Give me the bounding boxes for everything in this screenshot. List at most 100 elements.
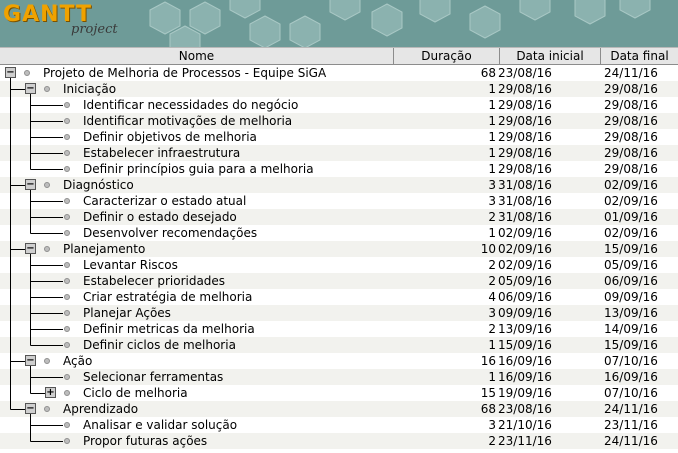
task-name[interactable]: Aprendizado <box>63 401 138 417</box>
task-name[interactable]: Definir ciclos de melhoria <box>83 337 236 353</box>
task-row[interactable]: Desenvolver recomendações 1 02/09/16 02/09/… <box>0 225 678 241</box>
task-end-date: 24/11/16 <box>604 402 658 416</box>
task-row[interactable]: Analisar e validar solução 3 21/10/16 23/11… <box>0 417 678 433</box>
task-duration: 1 <box>488 162 496 176</box>
task-row[interactable]: Estabelecer prioridades 2 05/09/16 06/09/16 <box>0 273 678 289</box>
collapse-toggle-icon[interactable]: − <box>25 403 36 414</box>
collapse-toggle-icon[interactable]: − <box>5 67 16 78</box>
task-name[interactable]: Definir o estado desejado <box>83 209 237 225</box>
task-row[interactable]: − Diagnóstico 3 31/08/16 02/09/16 <box>0 177 678 193</box>
task-row[interactable]: Definir princípios guia para a melhoria 1… <box>0 161 678 177</box>
task-name[interactable]: Selecionar ferramentas <box>83 369 223 385</box>
task-name[interactable]: Analisar e validar solução <box>83 417 237 433</box>
task-start-date: 02/09/16 <box>498 226 552 240</box>
task-bullet-icon <box>64 422 70 428</box>
task-start-date: 31/08/16 <box>498 178 552 192</box>
task-start-date: 29/08/16 <box>498 146 552 160</box>
task-end-date: 23/11/16 <box>604 418 658 432</box>
task-bullet-icon <box>44 182 50 188</box>
task-name[interactable]: Estabelecer infraestrutura <box>83 145 240 161</box>
task-name[interactable]: Planejar Ações <box>83 305 171 321</box>
task-row[interactable]: − Aprendizado 68 23/08/16 24/11/16 <box>0 401 678 417</box>
task-name[interactable]: Iniciação <box>63 81 116 97</box>
task-start-date: 31/08/16 <box>498 194 552 208</box>
task-start-date: 29/08/16 <box>498 130 552 144</box>
column-header-start[interactable]: Data inicial <box>500 48 601 64</box>
collapse-toggle-icon[interactable]: − <box>25 83 36 94</box>
expand-toggle-icon[interactable]: + <box>45 387 56 398</box>
task-bullet-icon <box>64 278 70 284</box>
task-end-date: 16/09/16 <box>604 370 658 384</box>
task-end-date: 09/09/16 <box>604 290 658 304</box>
task-row[interactable]: Criar estratégia de melhoria 4 06/09/16 09/… <box>0 289 678 305</box>
task-bullet-icon <box>44 406 50 412</box>
task-name[interactable]: Levantar Riscos <box>83 257 178 273</box>
collapse-toggle-icon[interactable]: − <box>25 355 36 366</box>
task-name[interactable]: Propor futuras ações <box>83 433 207 449</box>
task-bullet-icon <box>64 310 70 316</box>
task-duration: 1 <box>488 82 496 96</box>
task-start-date: 23/08/16 <box>498 402 552 416</box>
task-row[interactable]: + Ciclo de melhoria 15 19/09/16 07/10/16 <box>0 385 678 401</box>
task-end-date: 02/09/16 <box>604 178 658 192</box>
task-row[interactable]: Definir objetivos de melhoria 1 29/08/16 29… <box>0 129 678 145</box>
task-start-date: 29/08/16 <box>498 162 552 176</box>
column-header-name[interactable]: Nome <box>0 48 394 64</box>
task-bullet-icon <box>64 166 70 172</box>
logo-project-text: project <box>71 22 118 37</box>
task-bullet-icon <box>44 86 50 92</box>
task-name[interactable]: Identificar necessidades do negócio <box>83 97 298 113</box>
task-row[interactable]: Caracterizar o estado atual 3 31/08/16 02/0… <box>0 193 678 209</box>
task-row[interactable]: − Ação 16 16/09/16 07/10/16 <box>0 353 678 369</box>
task-name[interactable]: Identificar motivações de melhoria <box>83 113 292 129</box>
task-name[interactable]: Definir objetivos de melhoria <box>83 129 257 145</box>
task-duration: 1 <box>488 370 496 384</box>
task-start-date: 13/09/16 <box>498 322 552 336</box>
task-end-date: 15/09/16 <box>604 338 658 352</box>
task-duration: 3 <box>488 178 496 192</box>
task-name[interactable]: Ação <box>63 353 92 369</box>
task-bullet-icon <box>64 198 70 204</box>
task-end-date: 14/09/16 <box>604 322 658 336</box>
task-bullet-icon <box>64 134 70 140</box>
task-name[interactable]: Estabelecer prioridades <box>83 273 225 289</box>
task-row[interactable]: Propor futuras ações 2 23/11/16 24/11/16 <box>0 433 678 449</box>
column-header-duration[interactable]: Duração <box>394 48 500 64</box>
task-row[interactable]: Identificar motivações de melhoria 1 29/08… <box>0 113 678 129</box>
task-row[interactable]: − Iniciação 1 29/08/16 29/08/16 <box>0 81 678 97</box>
task-name[interactable]: Definir princípios guia para a melhoria <box>83 161 314 177</box>
task-name[interactable]: Diagnóstico <box>63 177 134 193</box>
task-row[interactable]: Selecionar ferramentas 1 16/09/16 16/09/16 <box>0 369 678 385</box>
task-start-date: 31/08/16 <box>498 210 552 224</box>
task-row[interactable]: Identificar necessidades do negócio 1 29/0… <box>0 97 678 113</box>
task-row[interactable]: Planejar Ações 3 09/09/16 13/09/16 <box>0 305 678 321</box>
task-bullet-icon <box>64 102 70 108</box>
task-name[interactable]: Caracterizar o estado atual <box>83 193 246 209</box>
task-start-date: 02/09/16 <box>498 242 552 256</box>
task-name[interactable]: Planejamento <box>63 241 145 257</box>
task-bullet-icon <box>64 262 70 268</box>
task-bullet-icon <box>64 390 70 396</box>
task-duration: 1 <box>488 146 496 160</box>
task-start-date: 15/09/16 <box>498 338 552 352</box>
task-duration: 2 <box>488 258 496 272</box>
task-row[interactable]: − Planejamento 10 02/09/16 15/09/16 <box>0 241 678 257</box>
task-duration: 10 <box>480 242 496 256</box>
task-duration: 1 <box>488 226 496 240</box>
task-row[interactable]: Definir ciclos de melhoria 1 15/09/16 15/09… <box>0 337 678 353</box>
task-name[interactable]: Projeto de Melhoria de Processos - Equip… <box>43 65 326 81</box>
task-name[interactable]: Desenvolver recomendações <box>83 225 257 241</box>
task-row[interactable]: Levantar Riscos 2 02/09/16 05/09/16 <box>0 257 678 273</box>
task-name[interactable]: Ciclo de melhoria <box>83 385 188 401</box>
task-duration: 1 <box>488 114 496 128</box>
task-row[interactable]: Definir o estado desejado 2 31/08/16 01/09/… <box>0 209 678 225</box>
task-row[interactable]: Estabelecer infraestrutura 1 29/08/16 29/08… <box>0 145 678 161</box>
task-tree-table: − Projeto de Melhoria de Processos - Equi… <box>0 65 678 449</box>
task-row[interactable]: − Projeto de Melhoria de Processos - Equi… <box>0 65 678 81</box>
task-name[interactable]: Criar estratégia de melhoria <box>83 289 252 305</box>
task-name[interactable]: Definir metricas da melhoria <box>83 321 255 337</box>
task-row[interactable]: Definir metricas da melhoria 2 13/09/16 14/… <box>0 321 678 337</box>
column-header-end[interactable]: Data final <box>601 48 678 64</box>
collapse-toggle-icon[interactable]: − <box>25 243 36 254</box>
collapse-toggle-icon[interactable]: − <box>25 179 36 190</box>
